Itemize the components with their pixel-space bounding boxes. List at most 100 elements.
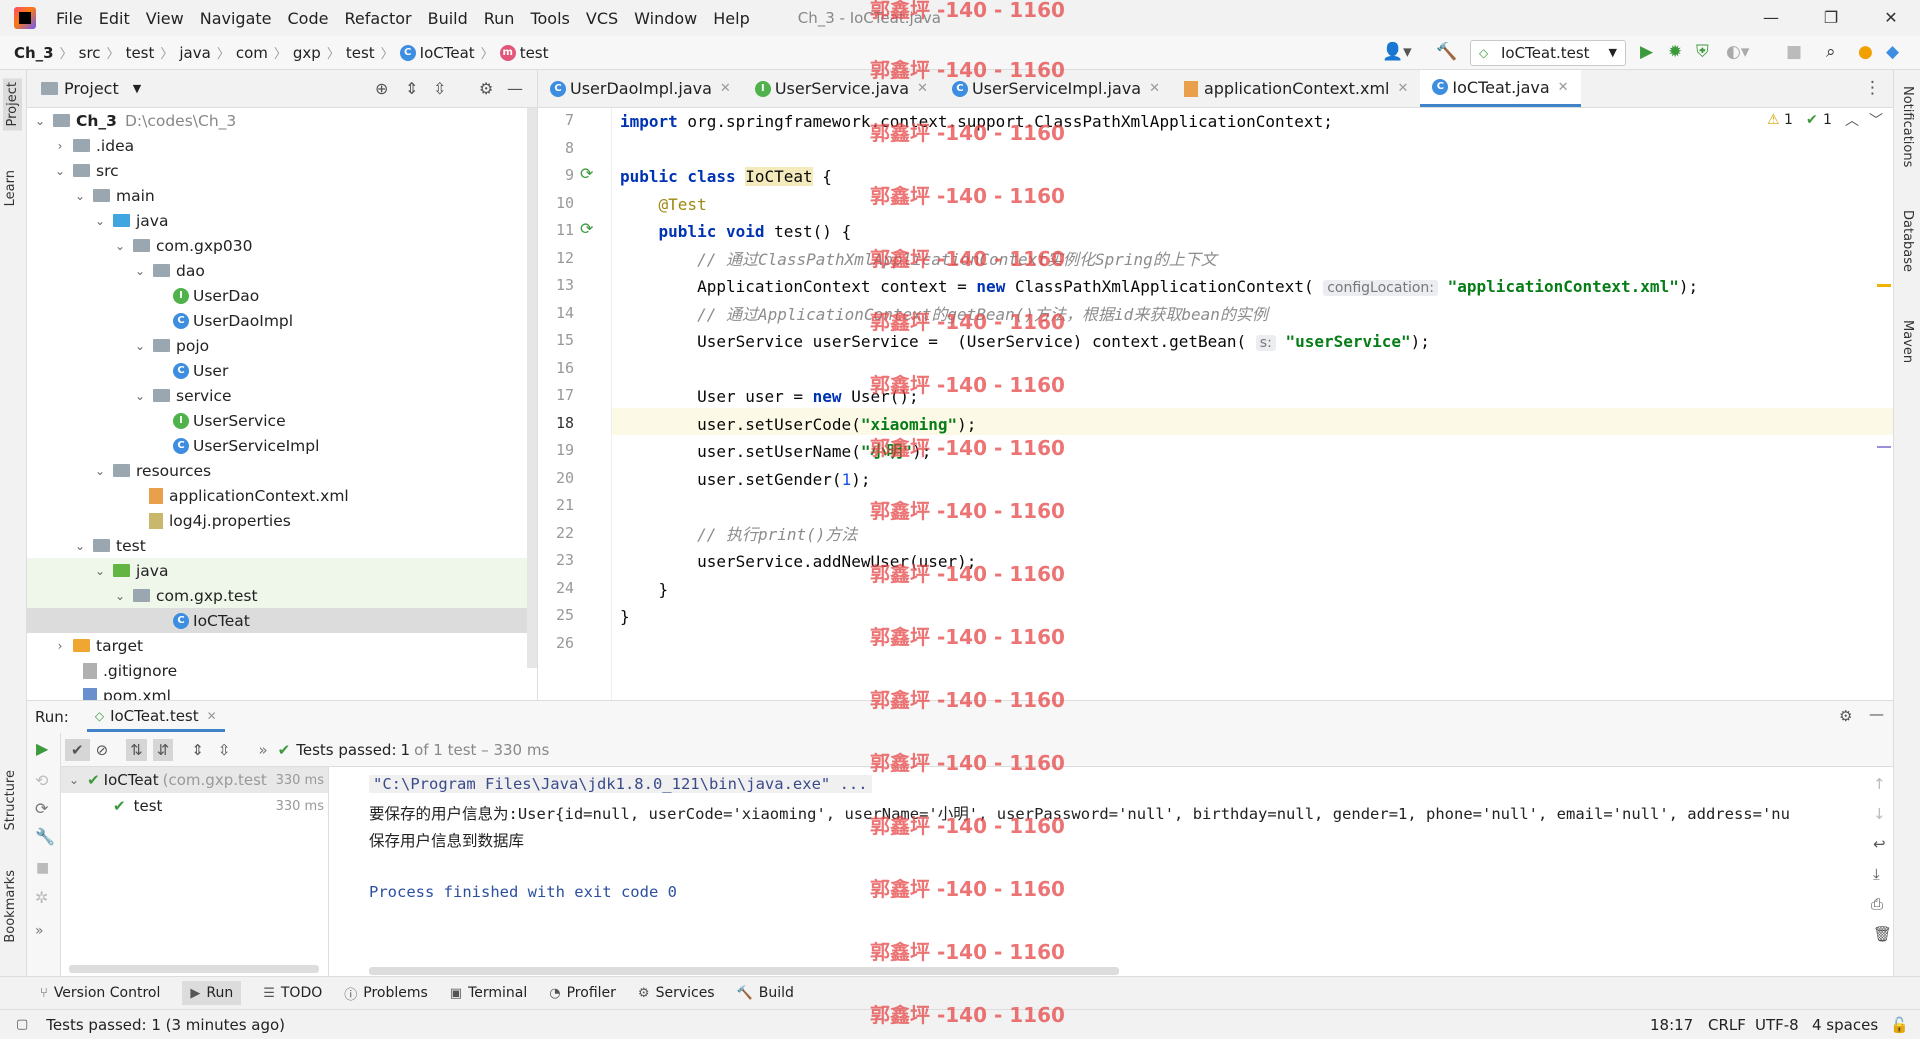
breadcrumb-test-pkg[interactable]: test (346, 44, 375, 62)
tab-applicationcontext-xml[interactable]: applicationContext.xml ✕ (1172, 70, 1420, 107)
menu-window[interactable]: Window (626, 9, 705, 28)
tab-iocteat[interactable]: C IoCTeat.java ✕ (1420, 70, 1581, 107)
ide-logo-icon[interactable]: ◆ (1886, 42, 1899, 62)
tree-item-applicationcontext-xml[interactable]: applicationContext.xml (27, 483, 537, 508)
collapse-all-icon[interactable]: ⇳ (218, 741, 231, 759)
close-tab-icon[interactable]: ✕ (917, 81, 928, 96)
chevron-down-icon[interactable]: ﹀ (1869, 110, 1883, 130)
tree-item-userdao[interactable]: I UserDao (27, 283, 537, 308)
console-output[interactable]: "C:\Program Files\Java\jdk1.8.0_121\bin\… (329, 767, 1869, 977)
show-passed-icon[interactable]: ✔ (65, 738, 90, 761)
line-separator[interactable]: CRLF (1708, 1016, 1746, 1034)
tool-tab-profiler[interactable]: ◔ Profiler (549, 985, 616, 1001)
scroll-to-end-icon[interactable]: ⤓ (1873, 865, 1880, 883)
tab-userserviceimpl[interactable]: C UserServiceImpl.java ✕ (940, 70, 1172, 107)
menu-navigate[interactable]: Navigate (192, 9, 280, 28)
show-ignored-icon[interactable]: ⊘ (96, 741, 109, 759)
tree-item-resources[interactable]: ⌄ resources (27, 458, 537, 483)
tool-tab-structure[interactable]: Structure (3, 770, 18, 830)
user-icon[interactable]: 👤▾ (1382, 42, 1412, 62)
hide-panel-icon[interactable]: — (1869, 705, 1884, 723)
restore-icon[interactable]: ❐ (1808, 4, 1854, 32)
tool-tab-database[interactable]: Database (1900, 210, 1915, 272)
tool-tab-build[interactable]: 🔨 Build (737, 985, 794, 1001)
run-test-gutter-icon[interactable]: ⟳ (580, 219, 593, 238)
breadcrumb-class[interactable]: IoCTeat (420, 44, 475, 62)
tab-userdaoimpl[interactable]: C UserDaoImpl.java ✕ (538, 70, 743, 107)
breadcrumb-method[interactable]: test (520, 44, 549, 62)
tool-tab-notifications[interactable]: Notifications (1900, 86, 1915, 167)
tree-item-pojo[interactable]: ⌄ pojo (27, 333, 537, 358)
tool-tab-todo[interactable]: ☰ TODO (263, 985, 322, 1001)
tree-item-test-java[interactable]: ⌄ java (27, 558, 537, 583)
run-icon[interactable]: ▶ (1640, 42, 1653, 62)
tree-item-userserviceimpl[interactable]: C UserServiceImpl (27, 433, 537, 458)
tool-tab-learn[interactable]: Learn (3, 170, 18, 206)
tab-userservice[interactable]: I UserService.java ✕ (743, 70, 940, 107)
menu-run[interactable]: Run (476, 9, 523, 28)
sort-alpha-icon[interactable]: ⇅ (126, 738, 147, 761)
build-hammer-icon[interactable]: 🔨 (1436, 42, 1457, 62)
settings-gear-icon[interactable]: ⚙ (1839, 707, 1852, 725)
menu-vcs[interactable]: VCS (578, 9, 626, 28)
breadcrumb-gxp[interactable]: gxp (293, 44, 321, 62)
menu-build[interactable]: Build (420, 9, 476, 28)
tree-item-gitignore[interactable]: .gitignore (27, 658, 537, 683)
tree-item-iocteat[interactable]: C IoCTeat (27, 608, 537, 633)
search-icon[interactable]: ⌕ (1826, 42, 1836, 62)
tree-item-target[interactable]: › target (27, 633, 537, 658)
tree-item-service[interactable]: ⌄ service (27, 383, 537, 408)
run-test-gutter-icon[interactable]: ⟳ (580, 164, 593, 183)
warning-stripe-marker[interactable] (1877, 284, 1891, 287)
code-editor[interactable]: import org.springframework.context.suppo… (612, 108, 1893, 700)
test-case-row[interactable]: ✔ test 330 ms (61, 793, 328, 819)
update-icon[interactable]: ● (1858, 42, 1873, 62)
run-configuration-select[interactable]: IoCTeat.test ◇ ▼ (1470, 40, 1626, 66)
sort-duration-icon[interactable]: ⇵ (152, 738, 174, 761)
indent-setting[interactable]: 4 spaces (1812, 1016, 1878, 1034)
tree-item-main-java[interactable]: ⌄ java (27, 208, 537, 233)
tree-item-package-gxp-test[interactable]: ⌄ com.gxp.test (27, 583, 537, 608)
tree-item-dao[interactable]: ⌄ dao (27, 258, 537, 283)
menu-help[interactable]: Help (705, 9, 757, 28)
hide-panel-icon[interactable]: — (507, 79, 523, 98)
tree-item-project-root[interactable]: ⌄ Ch_3 D:\codes\Ch_3 (27, 108, 537, 133)
arrow-down-icon[interactable]: ↓ (1873, 805, 1886, 823)
project-panel-title[interactable]: Project (64, 79, 119, 98)
tool-tab-project[interactable]: Project (3, 78, 22, 131)
dump-threads-icon[interactable]: ✲ (35, 888, 48, 907)
minimize-icon[interactable]: — (1748, 4, 1794, 32)
toggle-tool-windows-icon[interactable]: ▢ (16, 1017, 28, 1032)
trash-icon[interactable]: 🗑 (1873, 925, 1892, 943)
more-tabs-icon[interactable]: ⋮ (1864, 78, 1881, 98)
warning-icon[interactable]: ⚠ (1767, 112, 1780, 128)
tool-tab-maven[interactable]: Maven (1900, 320, 1915, 363)
print-icon[interactable]: ⎙ (1871, 895, 1883, 913)
tree-item-log4j-properties[interactable]: log4j.properties (27, 508, 537, 533)
caret-position[interactable]: 18:17 (1650, 1016, 1693, 1034)
console-scrollbar[interactable] (369, 967, 1119, 975)
project-scrollbar[interactable] (527, 108, 537, 668)
menu-edit[interactable]: Edit (91, 9, 138, 28)
locate-file-icon[interactable]: ⊕ (375, 79, 388, 98)
status-message[interactable]: Tests passed: 1 (3 minutes ago) (46, 1016, 285, 1034)
arrow-up-icon[interactable]: ↑ (1873, 775, 1886, 793)
stop-icon[interactable]: ■ (36, 860, 49, 876)
debug-icon[interactable]: ✹ (1668, 42, 1682, 62)
wrench-icon[interactable]: 🔧 (35, 827, 55, 846)
close-icon[interactable]: ✕ (1868, 4, 1914, 32)
close-tab-icon[interactable]: ✕ (1398, 81, 1409, 96)
close-tab-icon[interactable]: ✕ (720, 81, 731, 96)
lock-icon[interactable]: 🔓 (1890, 1016, 1909, 1034)
tree-item-src[interactable]: ⌄ src (27, 158, 537, 183)
stop-icon[interactable]: ■ (1786, 42, 1802, 62)
tool-tab-terminal[interactable]: ▣ Terminal (450, 985, 527, 1001)
usage-stripe-marker[interactable] (1877, 446, 1891, 448)
run-tab-iocteat[interactable]: ◇ IoCTeat.test ✕ (86, 703, 225, 732)
collapse-all-icon[interactable]: ⇳ (433, 79, 446, 98)
tool-tab-version-control[interactable]: ⑂ Version Control (40, 985, 160, 1001)
more-actions-icon[interactable]: » (35, 923, 44, 939)
tree-item-test[interactable]: ⌄ test (27, 533, 537, 558)
test-suite-row[interactable]: ⌄ ✔ IoCTeat (com.gxp.test 330 ms (61, 767, 328, 793)
expand-all-icon[interactable]: ⇕ (191, 741, 204, 759)
